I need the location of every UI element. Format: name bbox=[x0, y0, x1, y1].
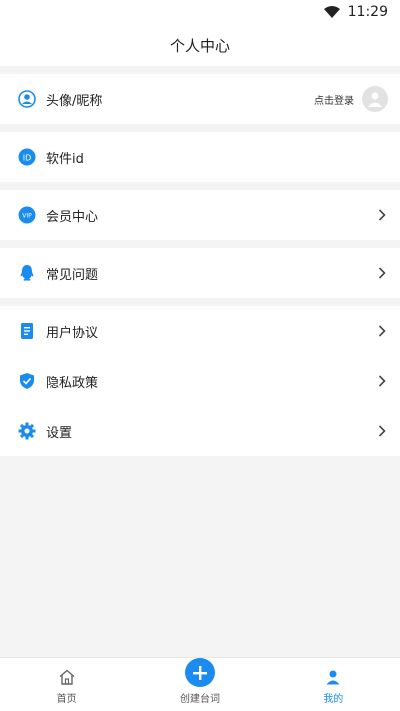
profile-row[interactable]: 头像/昵称 点击登录 bbox=[0, 74, 400, 124]
qq-icon bbox=[18, 264, 36, 282]
chevron-right-icon bbox=[376, 266, 388, 280]
shield-icon bbox=[18, 372, 36, 390]
tab-create-line[interactable]: 创建台词 bbox=[133, 658, 266, 711]
tab-create-line-label: 创建台词 bbox=[179, 694, 220, 705]
vip-group: VIP 会员中心 bbox=[0, 190, 400, 240]
vip-center-label: 会员中心 bbox=[46, 209, 99, 225]
wifi-icon bbox=[323, 6, 340, 18]
page-title-bar: 个人中心 bbox=[0, 24, 400, 66]
settings-label: 设置 bbox=[46, 425, 73, 441]
login-text[interactable]: 点击登录 bbox=[314, 92, 354, 107]
settings-row[interactable]: 设置 bbox=[0, 406, 400, 456]
faq-group: 常见问题 bbox=[0, 248, 400, 298]
gear-icon bbox=[18, 422, 36, 440]
user-agreement-row[interactable]: 用户协议 bbox=[0, 306, 400, 356]
chevron-right-icon bbox=[376, 424, 388, 438]
vip-icon: VIP bbox=[18, 206, 36, 224]
id-icon: ID bbox=[18, 148, 36, 166]
chevron-right-icon bbox=[376, 324, 388, 338]
status-bar: 11:29 bbox=[0, 0, 400, 24]
privacy-policy-row[interactable]: 隐私政策 bbox=[0, 356, 400, 406]
tab-mine[interactable]: 我的 bbox=[267, 658, 400, 711]
privacy-policy-label: 隐私政策 bbox=[46, 375, 99, 391]
login-area[interactable]: 点击登录 bbox=[314, 86, 388, 112]
status-time: 11:29 bbox=[347, 4, 388, 20]
tab-home-label: 首页 bbox=[56, 694, 77, 705]
profile-label: 头像/昵称 bbox=[46, 93, 103, 109]
profile-group: 头像/昵称 点击登录 bbox=[0, 74, 400, 124]
faq-row[interactable]: 常见问题 bbox=[0, 248, 400, 298]
home-icon bbox=[58, 667, 76, 687]
user-icon bbox=[324, 667, 342, 687]
plus-icon[interactable] bbox=[184, 658, 215, 687]
document-icon bbox=[18, 322, 36, 340]
svg-text:ID: ID bbox=[23, 154, 32, 163]
chevron-right-icon bbox=[376, 208, 388, 222]
links-group: 用户协议 隐私政策 设置 bbox=[0, 306, 400, 456]
faq-label: 常见问题 bbox=[46, 267, 99, 283]
software-id-label: 软件id bbox=[46, 151, 84, 167]
user-agreement-label: 用户协议 bbox=[46, 325, 99, 341]
user-icon bbox=[18, 90, 36, 108]
chevron-right-icon bbox=[376, 374, 388, 388]
tab-home[interactable]: 首页 bbox=[0, 658, 133, 711]
svg-text:VIP: VIP bbox=[22, 213, 32, 220]
page-title: 个人中心 bbox=[169, 36, 230, 55]
vip-center-row[interactable]: VIP 会员中心 bbox=[0, 190, 400, 240]
software-group: ID 软件id bbox=[0, 132, 400, 182]
tab-mine-label: 我的 bbox=[323, 694, 344, 705]
bottom-tab-bar: 首页 创建台词 我的 bbox=[0, 657, 400, 711]
software-id-row[interactable]: ID 软件id bbox=[0, 132, 400, 182]
avatar[interactable] bbox=[362, 86, 388, 112]
